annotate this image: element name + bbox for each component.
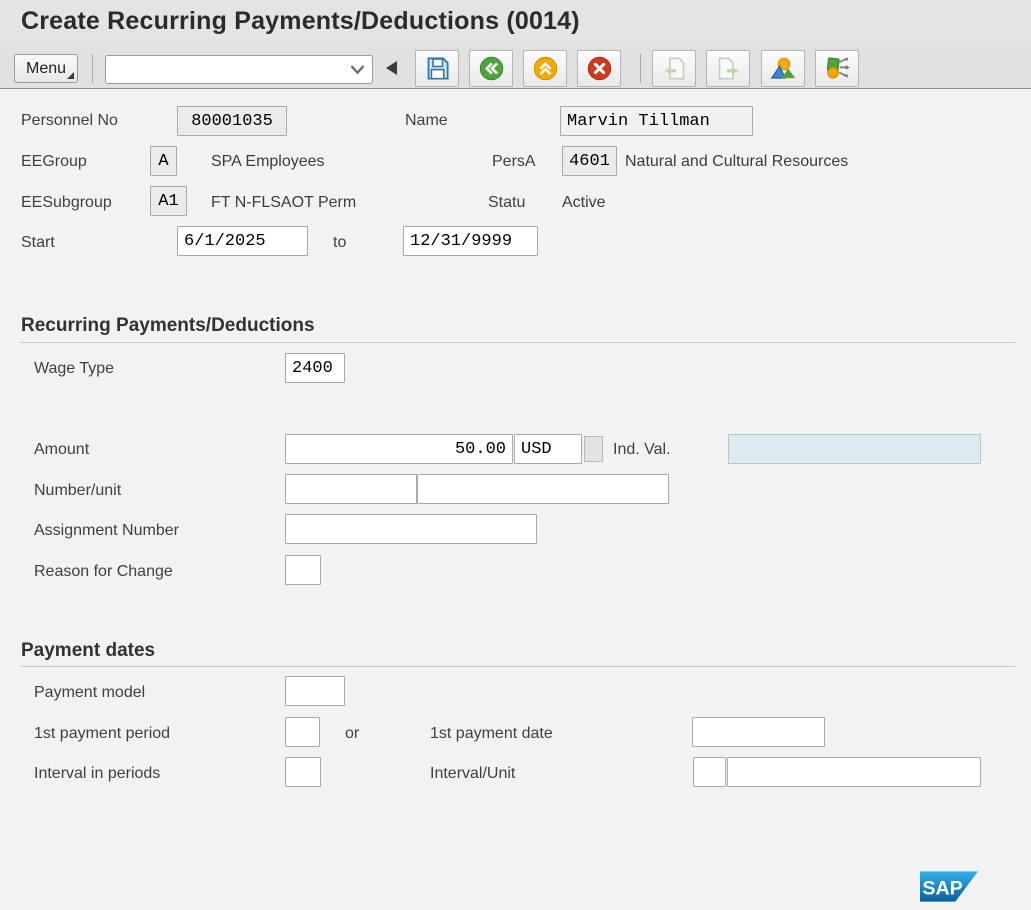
menu-button-label: Menu — [26, 60, 66, 78]
payment-dates-section-title: Payment dates — [21, 640, 155, 662]
next-record-icon — [715, 55, 742, 82]
exit-icon — [532, 55, 559, 82]
start-date-field[interactable] — [177, 226, 308, 256]
currency-value-help-button[interactable] — [584, 436, 603, 462]
first-payment-period-label: 1st payment period — [34, 725, 170, 743]
overview-button[interactable] — [761, 50, 805, 87]
section-divider — [21, 666, 1015, 667]
title-bar: Create Recurring Payments/Deductions (00… — [0, 0, 1031, 46]
ee-subgroup-field[interactable] — [150, 186, 187, 216]
personnel-no-label: Personnel No — [21, 112, 118, 130]
pers-a-text: Natural and Cultural Resources — [625, 153, 848, 171]
cancel-button[interactable] — [577, 50, 621, 87]
interval-unit-label: Interval/Unit — [430, 765, 515, 783]
currency-field[interactable] — [514, 434, 582, 464]
sap-logo: SAP — [920, 871, 978, 902]
sap-window: Create Recurring Payments/Deductions (00… — [0, 0, 1031, 910]
assignment-number-label: Assignment Number — [34, 522, 179, 540]
status-value: Active — [562, 194, 606, 212]
command-field-input[interactable] — [110, 57, 340, 82]
first-payment-date-field[interactable] — [692, 717, 825, 747]
assignment-arrows-icon — [824, 55, 851, 82]
next-record-button[interactable] — [706, 50, 750, 87]
end-date-field[interactable] — [403, 226, 538, 256]
toolbar-separator — [92, 54, 93, 83]
ee-group-label: EEGroup — [21, 153, 87, 171]
exit-button[interactable] — [523, 50, 567, 87]
back-button[interactable] — [469, 50, 513, 87]
save-floppy-icon — [424, 55, 451, 82]
additional-functions-button[interactable] — [815, 50, 859, 87]
menu-dropdown-corner-icon — [67, 72, 74, 79]
overview-landscape-icon — [770, 55, 797, 82]
unit-field[interactable] — [417, 474, 669, 504]
payment-model-field[interactable] — [285, 676, 345, 706]
reason-for-change-field[interactable] — [285, 555, 321, 585]
interval-unit-field[interactable] — [727, 757, 981, 787]
number-unit-label: Number/unit — [34, 482, 121, 500]
toolbar-separator — [640, 54, 641, 83]
sap-logo-text: SAP — [922, 878, 963, 900]
ee-subgroup-text: FT N-FLSAOT Perm — [211, 194, 356, 212]
previous-record-button[interactable] — [652, 50, 696, 87]
wage-type-field[interactable] — [285, 353, 345, 383]
pers-a-label: PersA — [492, 153, 536, 171]
ee-subgroup-label: EESubgroup — [21, 194, 112, 212]
interval-in-periods-field[interactable] — [285, 757, 321, 787]
toolbar: Menu — [0, 46, 1031, 89]
section-divider — [21, 342, 1015, 343]
back-icon — [478, 55, 505, 82]
reason-for-change-label: Reason for Change — [34, 563, 173, 581]
interval-in-periods-label: Interval in periods — [34, 765, 160, 783]
name-field[interactable] — [560, 106, 753, 136]
to-label: to — [333, 234, 346, 252]
menu-button[interactable]: Menu — [14, 54, 78, 83]
recurring-section-title: Recurring Payments/Deductions — [21, 315, 315, 337]
pers-a-field[interactable] — [562, 146, 617, 176]
chevron-down-icon[interactable] — [350, 64, 365, 76]
amount-field[interactable] — [285, 434, 513, 464]
save-button[interactable] — [415, 50, 459, 87]
command-field[interactable] — [105, 55, 373, 84]
name-label: Name — [405, 112, 448, 130]
ee-group-field[interactable] — [150, 146, 177, 176]
first-payment-date-label: 1st payment date — [430, 725, 553, 743]
collapse-left-arrow-icon[interactable] — [386, 61, 397, 75]
cancel-x-icon — [586, 55, 613, 82]
amount-label: Amount — [34, 441, 89, 459]
page-title: Create Recurring Payments/Deductions (00… — [21, 7, 580, 36]
previous-record-icon — [661, 55, 688, 82]
personnel-no-field[interactable] — [177, 106, 287, 136]
assignment-number-field[interactable] — [285, 514, 537, 544]
number-field[interactable] — [285, 474, 417, 504]
payment-model-label: Payment model — [34, 684, 145, 702]
start-date-label: Start — [21, 234, 55, 252]
ee-group-text: SPA Employees — [211, 153, 325, 171]
indirect-valuation-field — [728, 434, 981, 464]
indirect-valuation-label: Ind. Val. — [613, 441, 671, 459]
interval-field[interactable] — [693, 757, 726, 787]
or-label: or — [345, 725, 359, 743]
status-label: Statu — [488, 194, 525, 212]
first-payment-period-field[interactable] — [285, 717, 320, 747]
wage-type-label: Wage Type — [34, 360, 114, 378]
